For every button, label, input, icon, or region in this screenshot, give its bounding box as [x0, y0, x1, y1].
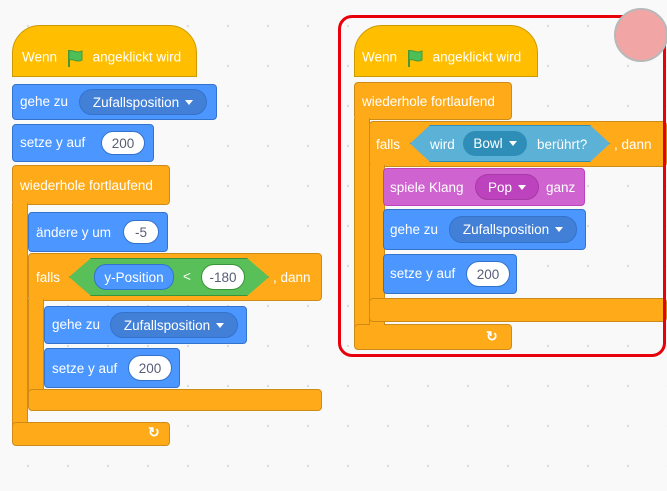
left-sety-value: 200: [111, 135, 135, 151]
left-sety-label: setze y auf: [20, 135, 86, 150]
less-than-symbol: <: [183, 269, 191, 284]
left-inner-sety-label: setze y auf: [52, 361, 118, 376]
left-inner-sety-value-input[interactable]: 200: [128, 355, 172, 381]
left-forever-label: wiederhole fortlaufend: [20, 178, 153, 193]
left-inner-goto-dropdown-value: Zufallsposition: [123, 317, 211, 333]
left-forever-loop-arrow-icon: ↻: [148, 424, 160, 440]
green-flag-icon: [67, 50, 83, 67]
left-y-position-reporter[interactable]: y-Position: [94, 264, 174, 290]
left-forever-arm: [12, 203, 28, 428]
left-hat-post-label: angeklickt wird: [92, 49, 182, 65]
left-forever-bottom: [12, 422, 170, 446]
left-if-label: falls: [36, 270, 61, 285]
left-change-y-label: ändere y um: [36, 225, 112, 240]
left-inner-goto-label: gehe zu: [52, 317, 101, 332]
left-then-label: , dann: [273, 270, 311, 285]
sprite-icon: [614, 8, 667, 62]
left-if-arm: [28, 299, 44, 395]
left-if-bottom: [28, 389, 322, 411]
left-sety-value-input[interactable]: 200: [101, 131, 145, 155]
left-hat-label: Wenn angeklickt wird: [22, 48, 181, 68]
left-threshold-input[interactable]: -180: [201, 264, 245, 290]
left-inner-goto-dropdown[interactable]: Zufallsposition: [110, 312, 238, 338]
left-change-y-value-input[interactable]: -5: [123, 220, 159, 244]
highlight-frame: [338, 15, 666, 357]
left-y-position-label: y-Position: [104, 269, 164, 285]
left-inner-sety-value: 200: [138, 360, 162, 376]
left-hat-pre-label: Wenn: [22, 49, 58, 65]
left-threshold-value: -180: [209, 269, 237, 285]
left-goto-label: gehe zu: [20, 94, 69, 109]
left-goto-dropdown[interactable]: Zufallsposition: [79, 89, 207, 115]
left-change-y-value: -5: [134, 224, 147, 240]
left-goto-dropdown-value: Zufallsposition: [92, 94, 180, 110]
chevron-down-icon: [216, 322, 225, 328]
chevron-down-icon: [185, 99, 194, 105]
